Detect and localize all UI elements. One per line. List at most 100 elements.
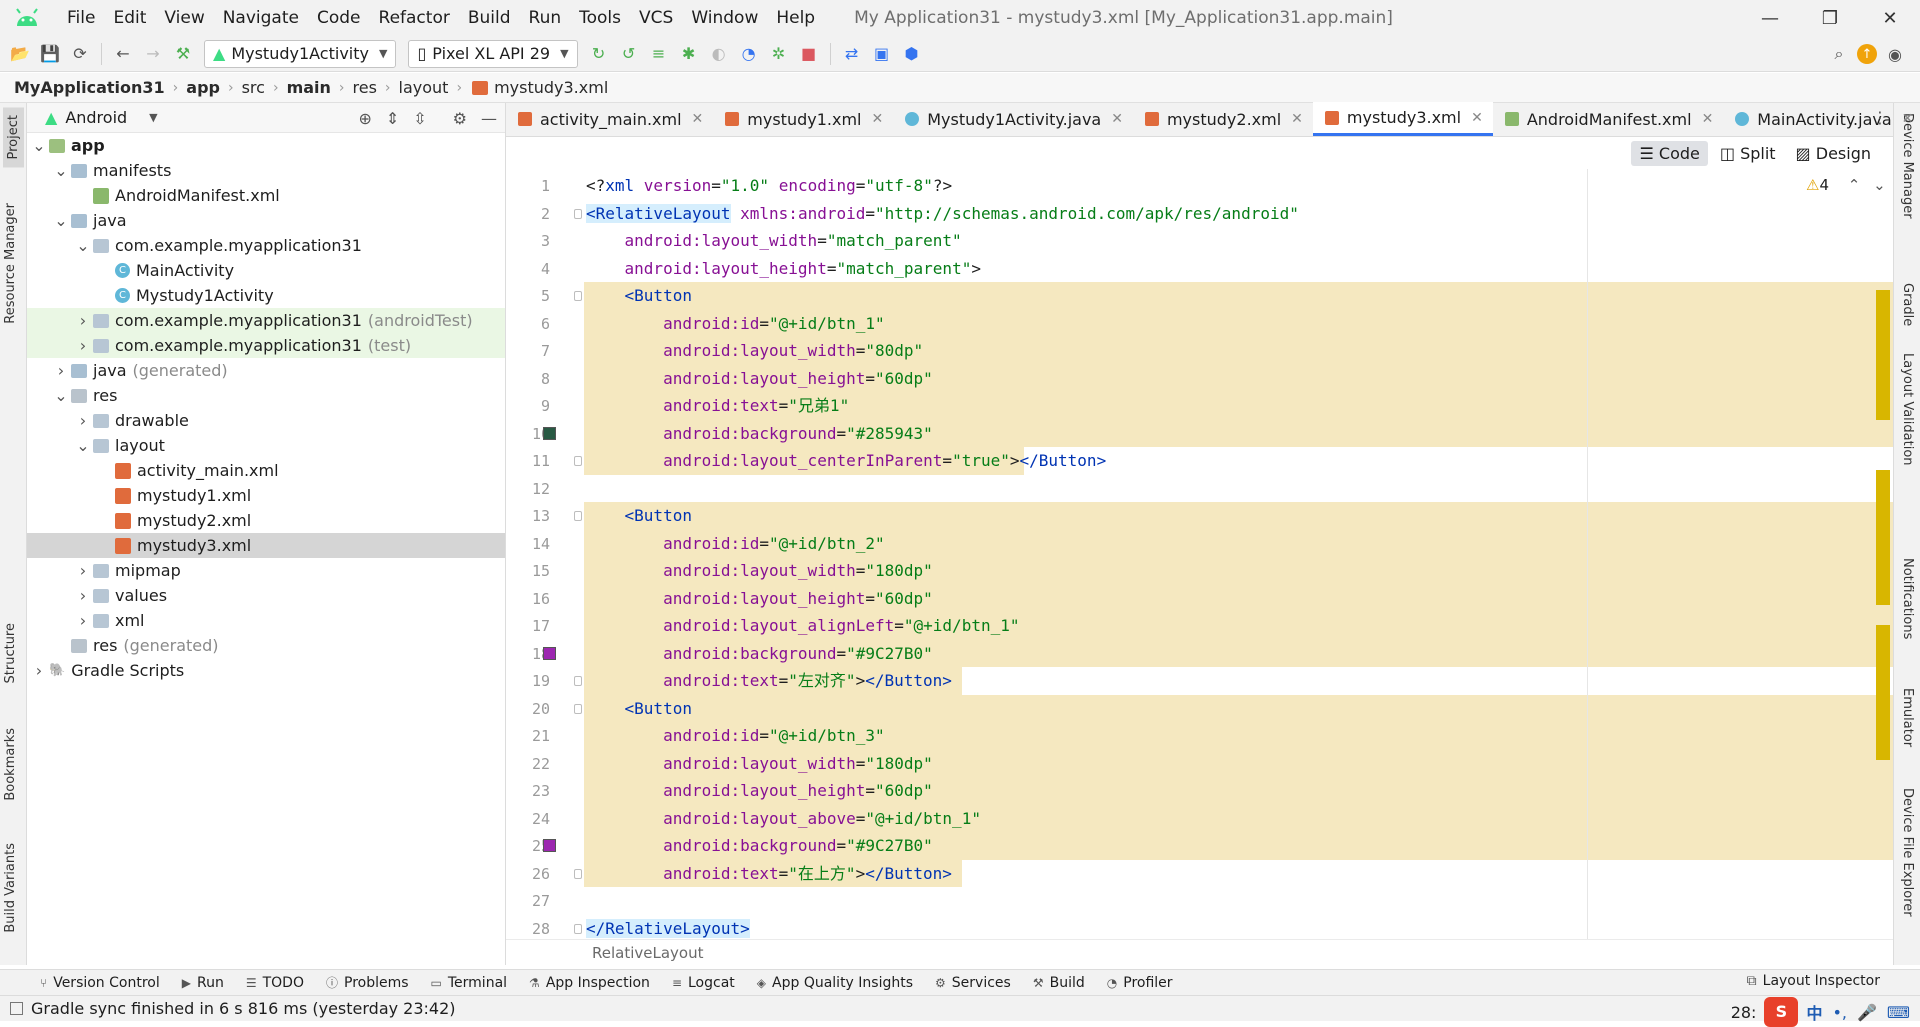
- menu-navigate[interactable]: Navigate: [214, 0, 308, 36]
- code-line[interactable]: <Button: [586, 282, 692, 310]
- tree-node[interactable]: mystudy2.xml: [27, 508, 505, 533]
- color-swatch-icon[interactable]: [543, 426, 556, 440]
- ime-language[interactable]: 中: [1806, 1000, 1822, 1024]
- apply-code-changes-icon[interactable]: ↺: [617, 42, 641, 66]
- restore-button[interactable]: ❐: [1800, 0, 1860, 36]
- tree-node[interactable]: › drawable: [27, 408, 505, 433]
- warning-indicator[interactable]: ⚠4 ⌃ ⌄: [1806, 176, 1886, 194]
- code-line[interactable]: android:text="兄弟1": [586, 392, 849, 420]
- code-line[interactable]: android:background="#9C27B0": [586, 832, 933, 860]
- chevron-down-icon[interactable]: ⌄: [53, 211, 69, 230]
- tree-node[interactable]: ⌄ res: [27, 383, 505, 408]
- tab-build-variants[interactable]: Build Variants: [3, 843, 18, 933]
- tree-node[interactable]: › values: [27, 583, 505, 608]
- back-arrow-icon[interactable]: ←: [111, 42, 135, 66]
- tool-app-quality-insights[interactable]: ◈ App Quality Insights: [757, 975, 913, 991]
- chevron-right-icon[interactable]: ›: [31, 661, 47, 680]
- tool-profiler[interactable]: ◔ Profiler: [1107, 975, 1173, 991]
- split-mode-button[interactable]: ◫ Split: [1712, 141, 1784, 166]
- code-line[interactable]: <?xml version="1.0" encoding="utf-8"?>: [586, 172, 952, 200]
- breadcrumb-item[interactable]: mystudy3.xml: [494, 78, 608, 97]
- code-line[interactable]: android:background="#9C27B0": [586, 640, 933, 668]
- tree-node[interactable]: C Mystudy1Activity: [27, 283, 505, 308]
- toggle-tool-windows-icon[interactable]: [10, 1002, 23, 1015]
- account-icon[interactable]: ◉: [1883, 42, 1907, 66]
- search-icon[interactable]: ⌕: [1827, 42, 1851, 66]
- fold-marker-icon[interactable]: [574, 291, 582, 301]
- tree-node[interactable]: › java (generated): [27, 358, 505, 383]
- editor-tab[interactable]: AndroidManifest.xml ✕: [1493, 102, 1723, 136]
- breadcrumb-item[interactable]: layout: [399, 78, 449, 97]
- debug-bug-icon[interactable]: ✱: [677, 42, 701, 66]
- code-editor[interactable]: <?xml version="1.0" encoding="utf-8"?> <R…: [584, 169, 1893, 939]
- fold-marker-icon[interactable]: [574, 511, 582, 521]
- tree-node[interactable]: AndroidManifest.xml: [27, 183, 505, 208]
- close-tab-icon[interactable]: ✕: [1291, 111, 1303, 127]
- code-line[interactable]: android:layout_height="60dp": [586, 585, 933, 613]
- menu-code[interactable]: Code: [308, 0, 370, 36]
- chevron-down-icon[interactable]: ⌄: [53, 161, 69, 180]
- chevron-right-icon[interactable]: ›: [75, 311, 91, 330]
- color-swatch-icon[interactable]: [543, 646, 556, 660]
- editor-tab[interactable]: Mystudy1Activity.java ✕: [893, 102, 1133, 136]
- breadcrumb-item[interactable]: res: [353, 78, 377, 97]
- tool-terminal[interactable]: ▭ Terminal: [431, 975, 508, 991]
- punctuation-icon[interactable]: •,: [1832, 1003, 1847, 1022]
- tool-todo[interactable]: ☰ TODO: [246, 975, 304, 991]
- menu-tools[interactable]: Tools: [570, 0, 630, 36]
- fold-marker-icon[interactable]: [574, 456, 582, 466]
- sync-gradle-icon[interactable]: ⇄: [840, 42, 864, 66]
- tab-notifications[interactable]: Notifications: [1900, 558, 1915, 639]
- tool-run[interactable]: ▶ Run: [182, 975, 224, 991]
- chevron-right-icon[interactable]: ›: [53, 361, 69, 380]
- tree-node[interactable]: ⌄ manifests: [27, 158, 505, 183]
- tool-logcat[interactable]: ≡ Logcat: [672, 975, 735, 991]
- forward-arrow-icon[interactable]: →: [141, 42, 165, 66]
- editor-tab[interactable]: mystudy1.xml ✕: [713, 102, 893, 136]
- code-line[interactable]: android:background="#285943": [586, 420, 933, 448]
- tab-layout-validation[interactable]: Layout Validation: [1900, 353, 1915, 466]
- editor-tab[interactable]: mystudy2.xml ✕: [1133, 102, 1313, 136]
- color-swatch-icon[interactable]: [543, 839, 556, 852]
- breadcrumb-item[interactable]: MyApplication31: [14, 78, 165, 97]
- code-line[interactable]: android:layout_above="@+id/btn_1": [586, 805, 981, 833]
- menu-refactor[interactable]: Refactor: [370, 0, 459, 36]
- menu-window[interactable]: Window: [682, 0, 767, 36]
- project-view-select[interactable]: Android: [65, 108, 127, 127]
- minimize-button[interactable]: —: [1740, 0, 1800, 36]
- device-manager-icon[interactable]: ▣: [870, 42, 894, 66]
- tree-node[interactable]: › 🐘 Gradle Scripts: [27, 658, 505, 683]
- save-icon[interactable]: 💾: [38, 42, 62, 66]
- microphone-icon[interactable]: 🎤: [1857, 1003, 1877, 1022]
- tool-build[interactable]: ⚒ Build: [1033, 975, 1085, 991]
- menu-vcs[interactable]: VCS: [630, 0, 682, 36]
- tool-app-inspection[interactable]: ⚗ App Inspection: [529, 975, 650, 991]
- update-icon[interactable]: ↑: [1857, 44, 1877, 64]
- more-tabs-icon[interactable]: ⋮: [1872, 108, 1888, 127]
- code-line[interactable]: android:layout_height="match_parent">: [586, 255, 981, 283]
- code-line[interactable]: android:layout_width="match_parent": [586, 227, 962, 255]
- chevron-right-icon[interactable]: ›: [75, 561, 91, 580]
- device-select[interactable]: ▯ Pixel XL API 29 ▼: [408, 39, 578, 68]
- chevron-right-icon[interactable]: ›: [75, 336, 91, 355]
- tree-node[interactable]: mystudy3.xml: [27, 533, 505, 558]
- breadcrumb-item[interactable]: app: [186, 78, 220, 97]
- menu-edit[interactable]: Edit: [104, 0, 155, 36]
- editor-tab[interactable]: MainActivity.java ✕: [1723, 102, 1920, 136]
- keyboard-icon[interactable]: ⌨: [1887, 1003, 1910, 1022]
- fold-marker-icon[interactable]: [574, 703, 582, 714]
- hide-icon[interactable]: —: [481, 109, 497, 128]
- close-tab-icon[interactable]: ✕: [1902, 111, 1914, 127]
- close-tab-icon[interactable]: ✕: [692, 111, 704, 127]
- tool-version-control[interactable]: ⑂ Version Control: [40, 975, 160, 991]
- design-mode-button[interactable]: ▨ Design: [1788, 141, 1879, 166]
- tree-node[interactable]: › xml: [27, 608, 505, 633]
- code-line[interactable]: android:layout_width="180dp": [586, 557, 933, 585]
- menu-run[interactable]: Run: [520, 0, 571, 36]
- tab-emulator[interactable]: Emulator: [1900, 688, 1915, 747]
- apply-changes-icon[interactable]: ↻: [587, 42, 611, 66]
- tree-node[interactable]: activity_main.xml: [27, 458, 505, 483]
- code-line[interactable]: <Button: [586, 502, 692, 530]
- chevron-right-icon[interactable]: ›: [75, 586, 91, 605]
- code-line[interactable]: android:layout_height="60dp": [586, 777, 933, 805]
